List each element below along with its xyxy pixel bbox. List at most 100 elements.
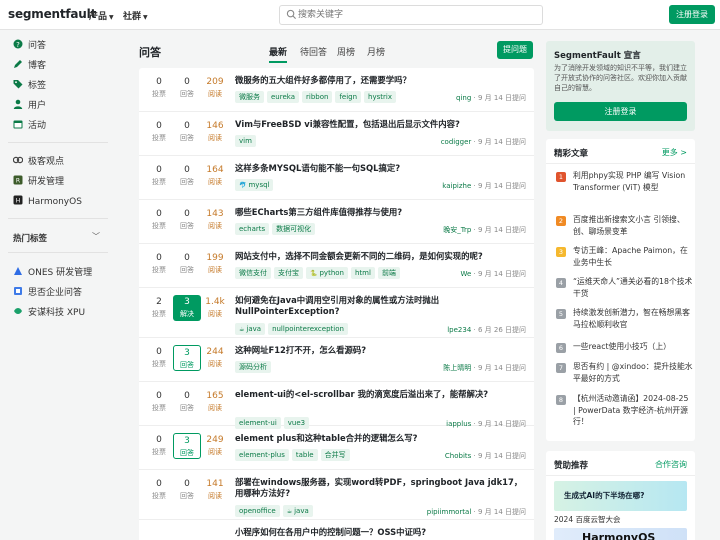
- search-input[interactable]: [298, 8, 528, 22]
- tag-pill[interactable]: 源码分析: [235, 361, 271, 373]
- author-link[interactable]: We: [460, 270, 471, 278]
- question-title[interactable]: 部署在windows服务器，实现word转PDF，springboot Java…: [235, 477, 525, 499]
- tab-unanswered[interactable]: 待回答: [300, 45, 327, 58]
- rank-badge: 4: [556, 278, 566, 288]
- vote-label: 投票: [152, 404, 166, 412]
- view-number: 244: [206, 347, 224, 357]
- question-title[interactable]: 小程序如何在各用户中的控制问题一？OSS中证吗?: [235, 527, 525, 538]
- answer-count: 3 回答: [173, 433, 201, 459]
- sponsor-caption[interactable]: 2024 百度云智大会: [554, 514, 620, 525]
- articles-more-link[interactable]: 更多 >: [662, 147, 687, 158]
- sidebar-item-geek[interactable]: 极客观点: [13, 155, 64, 167]
- view-number: 199: [206, 253, 224, 263]
- question-row[interactable]: 0 投票 0 回答 209 阅读 微服务的五大组件好多都停用了，还需要学吗？ 微服务 eurek…: [139, 68, 534, 112]
- question-row[interactable]: 2 投票 3 解决 1.4k 阅读 如何避免在Java中调用空引用对象的属性或方法时抛出Nu…: [139, 288, 534, 338]
- register-login-button[interactable]: 注册登录: [669, 5, 715, 24]
- question-title[interactable]: 这种网址F12打不开，怎么看源码?: [235, 345, 525, 356]
- author-link[interactable]: lpe234: [447, 326, 471, 334]
- sidebar-item-label: 问答: [28, 41, 47, 51]
- tag-pill[interactable]: ribbon: [302, 91, 333, 103]
- question-row[interactable]: 0 投票 0 回答 199 阅读 网站支付中，选择不同金额会更新不同的二维码，是如何实现的呢…: [139, 244, 534, 288]
- author-link[interactable]: pipiimmortal: [427, 508, 472, 516]
- tag-pill[interactable]: element-plus: [235, 449, 289, 461]
- cooperate-link[interactable]: 合作咨询: [655, 459, 687, 470]
- question-row[interactable]: 0 投票 0 回答 164 阅读 这样多条MYSQL语句能不能一句SQL搞定? 🐬 mysql k…: [139, 156, 534, 200]
- question-row[interactable]: 0 投票 0 回答 165 阅读 element-ui的<el-scrollbar 我的滴宽…: [139, 382, 534, 429]
- tag-pill[interactable]: eureka: [267, 91, 299, 103]
- tab-weekly[interactable]: 周榜: [337, 45, 355, 58]
- tab-monthly[interactable]: 月榜: [367, 45, 385, 58]
- ask-question-button[interactable]: 提问题: [497, 41, 533, 59]
- left-sidebar: ? 问答 博客 标签 用户 活动 极客观点 R 研发管理 H HarmonyOS 热门…: [0, 30, 114, 540]
- sidebar-item-blog[interactable]: 博客: [13, 59, 46, 71]
- tag-pill[interactable]: ☕ java: [235, 323, 266, 335]
- question-title[interactable]: 这样多条MYSQL语句能不能一句SQL搞定?: [235, 163, 525, 174]
- sidebar-item-tags[interactable]: 标签: [13, 79, 46, 91]
- tab-latest[interactable]: 最新: [269, 45, 288, 63]
- sidebar-item-enterprise-qa[interactable]: 思否企业问答: [13, 286, 82, 298]
- nav-products[interactable]: 产品 ▼: [89, 9, 114, 22]
- tag-pill[interactable]: 微服务: [235, 91, 264, 103]
- question-title[interactable]: 如何避免在Java中调用空引用对象的属性或方法时抛出NullPointerExc…: [235, 295, 525, 317]
- question-row[interactable]: 0 投票 0 回答 146 阅读 Vim与FreeBSD vi兼容性配置，包括退出后显示文件…: [139, 112, 534, 156]
- author-link[interactable]: 陈上晴明: [443, 364, 471, 372]
- tag-pill[interactable]: 🐬 mysql: [235, 179, 274, 191]
- nav-community[interactable]: 社群 ▼: [123, 9, 148, 22]
- question-row[interactable]: 0 投票 3 回答 249 阅读 element plus和这种table合并的逻辑怎么写?…: [139, 426, 534, 470]
- tag-pill[interactable]: openoffice: [235, 505, 280, 517]
- question-title[interactable]: element plus和这种table合并的逻辑怎么写?: [235, 433, 525, 444]
- sidebar-item-events[interactable]: 活动: [13, 119, 46, 131]
- tag-pill[interactable]: 数据可视化: [272, 223, 316, 235]
- question-row[interactable]: 小程序如何在各用户中的控制问题一？OSS中证吗?: [139, 520, 534, 540]
- tag-pill[interactable]: 支付宝: [274, 267, 303, 279]
- sidebar-divider: [8, 252, 108, 253]
- author-link[interactable]: 晚安_Trp: [443, 226, 471, 234]
- tag-pill[interactable]: 微信支付: [235, 267, 271, 279]
- author-link[interactable]: codigger: [441, 138, 472, 146]
- ask-time: · 9 月 14 日提问: [471, 508, 527, 516]
- tag-pill[interactable]: table: [291, 449, 318, 461]
- question-row[interactable]: 0 投票 0 回答 141 阅读 部署在windows服务器，实现word转PDF，spri…: [139, 470, 534, 520]
- tag-pill[interactable]: 🐍 python: [306, 267, 348, 279]
- sidebar-item-label: 思否企业问答: [28, 288, 83, 298]
- tag-pill[interactable]: html: [350, 267, 375, 279]
- question-title[interactable]: element-ui的<el-scrollbar 我的滴宽度后溢出来了，能帮解决…: [235, 389, 525, 400]
- search-box[interactable]: [279, 5, 543, 25]
- view-number: 141: [206, 479, 224, 489]
- manifesto-register-button[interactable]: 注册登录: [554, 102, 687, 121]
- tag-pill[interactable]: nullpointerexception: [268, 323, 348, 335]
- question-title[interactable]: Vim与FreeBSD vi兼容性配置，包括退出后显示文件内容?: [235, 119, 525, 130]
- tag-pill[interactable]: echarts: [235, 223, 270, 235]
- author-link[interactable]: kaipizhe: [442, 182, 471, 190]
- hot-tags-heading[interactable]: 热门标签: [13, 232, 47, 244]
- sidebar-item-xpu[interactable]: 安谋科技 XPU: [13, 306, 85, 318]
- harmonyos-banner[interactable]: HarmonyOS: [554, 528, 687, 540]
- tag-pill[interactable]: 合并写: [320, 449, 350, 461]
- sidebar-item-rd[interactable]: R 研发管理: [13, 175, 64, 187]
- sidebar-item-questions[interactable]: ? 问答: [13, 39, 46, 51]
- tag-pill[interactable]: 前端: [377, 267, 400, 279]
- manifesto-text: 为了消除开发领域的知识不平等，我们建立了开放式协作的问答社区。欢迎你加入贡献自己…: [554, 64, 687, 92]
- question-row[interactable]: 0 投票 0 回答 143 阅读 哪些ECharts第三方组件库值得推荐与使用? echart…: [139, 200, 534, 244]
- tag-pill[interactable]: ☕ java: [282, 505, 313, 517]
- question-icon: ?: [13, 39, 23, 49]
- sidebar-item-label: 标签: [28, 81, 47, 91]
- tag-pill[interactable]: vim: [235, 135, 256, 147]
- question-title[interactable]: 网站支付中，选择不同金额会更新不同的二维码，是如何实现的呢?: [235, 251, 525, 262]
- author-link[interactable]: Chobits: [445, 452, 471, 460]
- chevron-down-icon[interactable]: ﹀: [92, 231, 100, 242]
- site-logo[interactable]: segmentfault: [8, 7, 96, 21]
- card-divider: [546, 163, 695, 164]
- question-title[interactable]: 微服务的五大组件好多都停用了，还需要学吗？: [235, 75, 525, 86]
- java-icon: ☕: [286, 508, 293, 515]
- view-count: 244 阅读: [201, 347, 229, 369]
- tag-pill[interactable]: hystrix: [364, 91, 396, 103]
- sidebar-item-harmonyos[interactable]: H HarmonyOS: [13, 195, 82, 207]
- question-row[interactable]: 0 投票 3 回答 244 阅读 这种网址F12打不开，怎么看源码? 源码分析 陈上晴明 · 9…: [139, 338, 534, 382]
- sidebar-item-ones[interactable]: ONES 研发管理: [13, 266, 92, 278]
- author-link[interactable]: qing: [456, 94, 471, 102]
- tag-pill[interactable]: feign: [335, 91, 362, 103]
- sidebar-item-users[interactable]: 用户: [13, 99, 46, 111]
- sponsor-banner[interactable]: 生成式AI的下半场在哪?: [554, 481, 687, 511]
- question-title[interactable]: 哪些ECharts第三方组件库值得推荐与使用?: [235, 207, 525, 218]
